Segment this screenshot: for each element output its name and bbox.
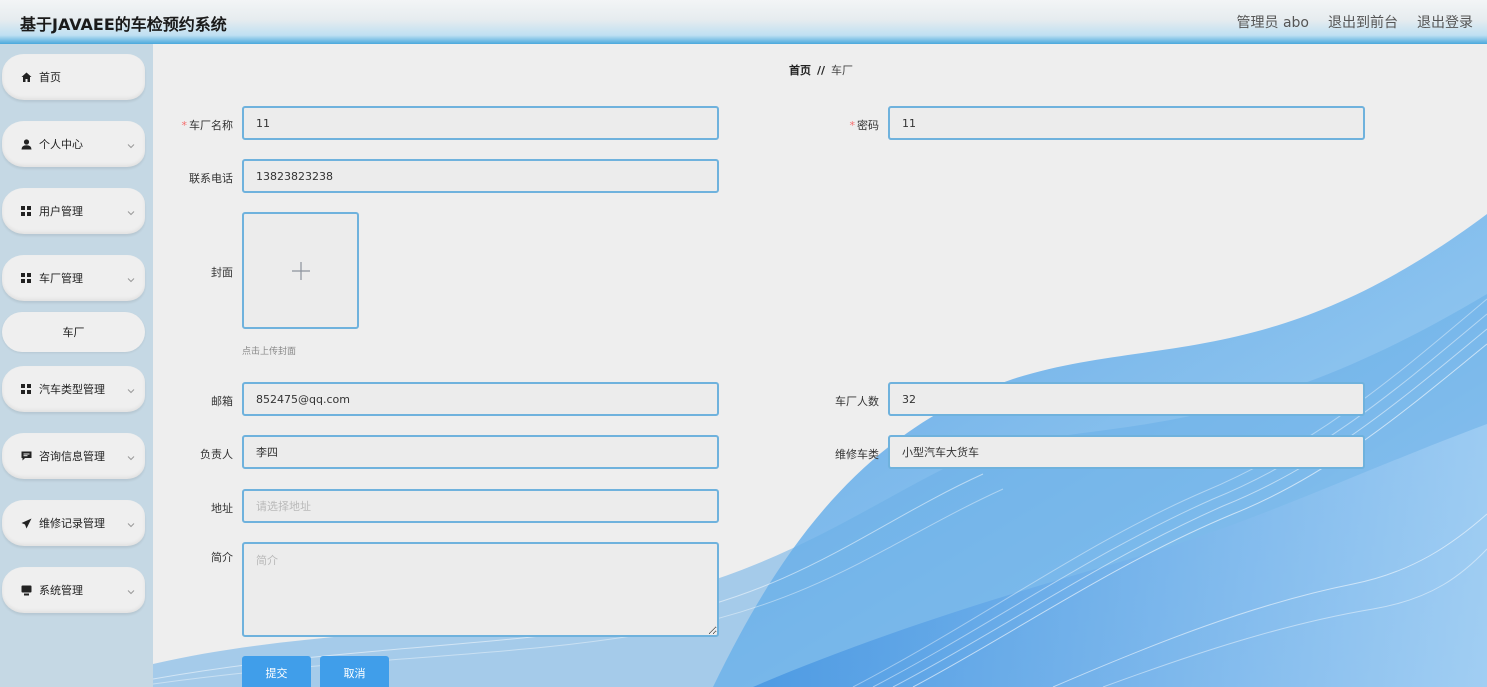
manager-label: 负责人 bbox=[200, 448, 233, 461]
send-icon bbox=[20, 517, 32, 529]
sidebar-item-label: 维修记录管理 bbox=[39, 517, 105, 530]
chevron-down-icon bbox=[127, 451, 135, 464]
top-header: 基于JAVAEE的车检预约系统 管理员 abo 退出到前台 退出登录 bbox=[0, 0, 1487, 44]
grid-icon bbox=[20, 205, 32, 217]
cover-label: 封面 bbox=[211, 266, 233, 279]
cancel-button[interactable]: 取消 bbox=[320, 656, 389, 687]
sidebar-item-label: 系统管理 bbox=[39, 584, 83, 597]
phone-label: 联系电话 bbox=[189, 172, 233, 185]
sidebar-item-label: 用户管理 bbox=[39, 205, 83, 218]
exit-to-front-link[interactable]: 退出到前台 bbox=[1328, 12, 1398, 32]
manager-input[interactable] bbox=[242, 435, 719, 469]
chevron-down-icon bbox=[127, 518, 135, 531]
chevron-down-icon bbox=[127, 206, 135, 219]
sidebar-item-factory-management[interactable]: 车厂管理 bbox=[2, 255, 145, 301]
chevron-down-icon bbox=[127, 585, 135, 598]
app-title: 基于JAVAEE的车检预约系统 bbox=[20, 15, 227, 34]
sidebar-item-personal-center[interactable]: 个人中心 bbox=[2, 121, 145, 167]
sidebar-item-car-type-management[interactable]: 汽车类型管理 bbox=[2, 366, 145, 412]
intro-label: 简介 bbox=[211, 551, 233, 564]
password-input[interactable] bbox=[888, 106, 1365, 140]
sidebar-item-consult-management[interactable]: 咨询信息管理 bbox=[2, 433, 145, 479]
chevron-down-icon bbox=[127, 273, 135, 286]
password-label: * 密码 bbox=[819, 117, 880, 133]
breadcrumb-separator: // bbox=[817, 64, 826, 77]
breadcrumb: 首页 // 车厂 bbox=[789, 62, 853, 78]
grid-icon bbox=[20, 272, 32, 284]
grid-icon bbox=[20, 383, 32, 395]
repair-types-label: 维修车类 bbox=[835, 448, 879, 461]
sidebar-item-home[interactable]: 首页 bbox=[2, 54, 145, 100]
cover-upload-tip: 点击上传封面 bbox=[242, 347, 297, 357]
sidebar-item-label: 咨询信息管理 bbox=[39, 450, 105, 463]
address-input[interactable] bbox=[242, 489, 719, 523]
staff-count-label: 车厂人数 bbox=[835, 395, 879, 408]
label-text: 密码 bbox=[857, 119, 879, 132]
chevron-down-icon bbox=[127, 384, 135, 397]
sidebar-subitem-factory[interactable]: 车厂 bbox=[2, 312, 145, 352]
chevron-down-icon bbox=[127, 139, 135, 152]
factory-name-label: * 车厂名称 bbox=[173, 117, 234, 133]
current-user: 管理员 abo bbox=[1236, 15, 1309, 31]
sidebar-item-label: 个人中心 bbox=[39, 138, 83, 151]
sidebar-item-repair-record-management[interactable]: 维修记录管理 bbox=[2, 500, 145, 546]
factory-name-input[interactable] bbox=[242, 106, 719, 140]
email-label: 邮箱 bbox=[211, 395, 233, 408]
sidebar-item-label: 首页 bbox=[39, 71, 61, 84]
sidebar-item-label: 车厂管理 bbox=[39, 272, 83, 285]
breadcrumb-home[interactable]: 首页 bbox=[789, 64, 811, 77]
required-mark: * bbox=[181, 119, 188, 132]
chat-icon bbox=[20, 450, 32, 462]
intro-textarea[interactable] bbox=[242, 542, 719, 637]
label-text: 车厂名称 bbox=[189, 119, 233, 132]
staff-count-input[interactable] bbox=[888, 382, 1365, 416]
main-content: 首页//车厂 *车厂名称 *密码 联系电话 封面 点击上传封面 邮箱 车厂人数 … bbox=[153, 44, 1487, 687]
breadcrumb-current: 车厂 bbox=[831, 64, 854, 77]
phone-input[interactable] bbox=[242, 159, 719, 193]
sidebar: 首页 个人中心 用户管理 车厂管理 车厂 汽车类型管理 咨询信息管理 维修记录管… bbox=[0, 44, 153, 687]
header-links: 管理员 abo 退出到前台 退出登录 bbox=[1237, 12, 1473, 32]
sidebar-item-system-management[interactable]: 系统管理 bbox=[2, 567, 145, 613]
plus-icon bbox=[291, 261, 311, 284]
repair-types-input[interactable] bbox=[888, 435, 1365, 469]
sidebar-item-label: 汽车类型管理 bbox=[39, 383, 105, 396]
sidebar-item-user-management[interactable]: 用户管理 bbox=[2, 188, 145, 234]
logout-link[interactable]: 退出登录 bbox=[1417, 12, 1473, 32]
address-label: 地址 bbox=[211, 502, 233, 515]
required-mark: * bbox=[849, 119, 856, 132]
monitor-icon bbox=[20, 584, 32, 596]
cover-upload-button[interactable] bbox=[242, 212, 359, 329]
home-icon bbox=[20, 71, 32, 83]
user-icon bbox=[20, 138, 32, 150]
email-input[interactable] bbox=[242, 382, 719, 416]
submit-button[interactable]: 提交 bbox=[242, 656, 311, 687]
